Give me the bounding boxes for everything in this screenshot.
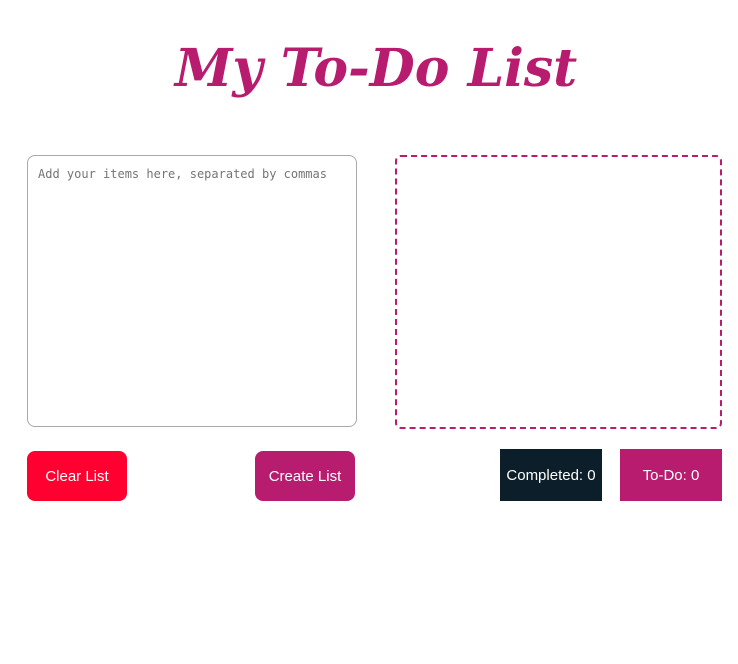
- create-list-button[interactable]: Create List: [255, 451, 355, 501]
- todo-counter: To-Do: 0: [620, 449, 722, 501]
- page-title: My To-Do List: [174, 38, 578, 99]
- todo-list-container: [395, 155, 722, 429]
- items-input[interactable]: [27, 155, 357, 427]
- clear-list-button[interactable]: Clear List: [27, 451, 127, 501]
- completed-counter: Completed: 0: [500, 449, 602, 501]
